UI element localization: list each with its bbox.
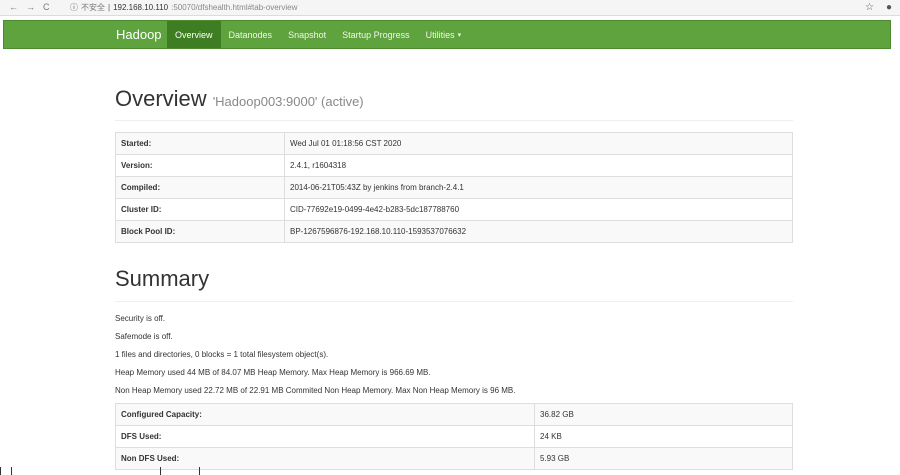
row-value: 2.4.1, r1604318 xyxy=(284,154,793,177)
table-row: Compiled: 2014-06-21T05:43Z by jenkins f… xyxy=(115,176,793,199)
status-bar-fragment xyxy=(0,467,900,475)
table-row: Version: 2.4.1, r1604318 xyxy=(115,154,793,177)
row-value: 36.82 GB xyxy=(534,403,793,426)
divider xyxy=(115,301,793,302)
status-bar-mark xyxy=(0,467,12,475)
address-bar[interactable]: ⓘ 不安全 | 192.168.10.110:50070/dfshealth.h… xyxy=(70,2,297,13)
back-arrow-icon[interactable]: ← xyxy=(9,3,18,12)
nav-item-label: Datanodes xyxy=(228,29,273,40)
url-path: :50070/dfshealth.html#tab-overview xyxy=(171,3,298,12)
nav-item-startup-progress[interactable]: Startup Progress xyxy=(334,21,418,48)
summary-line: 1 files and directories, 0 blocks = 1 to… xyxy=(115,350,329,359)
summary-title: Summary xyxy=(115,266,210,291)
summary-heading: Summary xyxy=(115,266,209,292)
overview-heading: Overview 'Hadoop003:9000' (active) xyxy=(115,86,364,112)
bookmark-star-icon[interactable]: ☆ xyxy=(865,2,874,13)
nav-item-snapshot[interactable]: Snapshot xyxy=(280,21,334,48)
insecure-label: 不安全 xyxy=(81,3,105,12)
table-row: Started: Wed Jul 01 01:18:56 CST 2020 xyxy=(115,132,793,155)
navbar: Hadoop Overview Datanodes Snapshot Start… xyxy=(3,20,891,49)
table-row: Cluster ID: CID-77692e19-0499-4e42-b283-… xyxy=(115,198,793,221)
nav-items: Overview Datanodes Snapshot Startup Prog… xyxy=(167,21,469,48)
brand-logo[interactable]: Hadoop xyxy=(116,27,162,42)
nav-item-label: Utilities xyxy=(425,29,455,40)
summary-line: Safemode is off. xyxy=(115,332,173,341)
nav-item-utilities[interactable]: Utilities ▾ xyxy=(418,21,470,48)
address-separator: | xyxy=(108,3,111,12)
status-bar-mark xyxy=(160,467,200,475)
caret-down-icon: ▾ xyxy=(457,31,462,39)
row-key: Compiled: xyxy=(115,176,285,199)
browser-toolbar: ← → C ⓘ 不安全 | 192.168.10.110:50070/dfshe… xyxy=(0,0,900,16)
table-row: DFS Used: 24 KB xyxy=(115,425,793,448)
row-key: Started: xyxy=(115,132,285,155)
row-key: Configured Capacity: xyxy=(115,403,535,426)
row-value: CID-77692e19-0499-4e42-b283-5dc187788760 xyxy=(284,198,793,221)
nav-item-label: Snapshot xyxy=(288,29,327,40)
nav-item-label: Startup Progress xyxy=(342,29,410,40)
nav-item-datanodes[interactable]: Datanodes xyxy=(221,21,281,48)
row-value: 2014-06-21T05:43Z by jenkins from branch… xyxy=(284,176,793,199)
summary-table: Configured Capacity: 36.82 GB DFS Used: … xyxy=(115,403,793,470)
row-value: BP-1267596876-192.168.10.110-15935370766… xyxy=(284,220,793,243)
row-key: Version: xyxy=(115,154,285,177)
profile-icon[interactable]: ● xyxy=(886,2,892,13)
summary-line: Non Heap Memory used 22.72 MB of 22.91 M… xyxy=(115,386,516,395)
summary-lines: Security is off. Safemode is off. 1 file… xyxy=(115,313,515,403)
summary-line: Heap Memory used 44 MB of 84.07 MB Heap … xyxy=(115,368,431,377)
table-row: Configured Capacity: 36.82 GB xyxy=(115,403,793,426)
forward-arrow-icon[interactable]: → xyxy=(26,3,35,12)
overview-subtitle: 'Hadoop003:9000' (active) xyxy=(212,94,364,109)
summary-line: Security is off. xyxy=(115,314,166,323)
table-row: Block Pool ID: BP-1267596876-192.168.10.… xyxy=(115,220,793,243)
row-key: DFS Used: xyxy=(115,425,535,448)
nav-item-overview[interactable]: Overview xyxy=(167,21,221,48)
nav-item-label: Overview xyxy=(175,29,213,40)
reload-icon[interactable]: C xyxy=(43,3,50,12)
browser-nav: ← → C xyxy=(0,3,70,12)
browser-actions: ☆ ● xyxy=(865,2,892,13)
row-value: 24 KB xyxy=(534,425,793,448)
overview-table: Started: Wed Jul 01 01:18:56 CST 2020 Ve… xyxy=(115,132,793,243)
info-icon[interactable]: ⓘ xyxy=(70,2,78,13)
row-key: Cluster ID: xyxy=(115,198,285,221)
divider xyxy=(115,120,793,121)
overview-title: Overview xyxy=(115,86,207,111)
url-host: 192.168.10.110 xyxy=(113,3,169,12)
row-value: Wed Jul 01 01:18:56 CST 2020 xyxy=(284,132,793,155)
row-key: Block Pool ID: xyxy=(115,220,285,243)
